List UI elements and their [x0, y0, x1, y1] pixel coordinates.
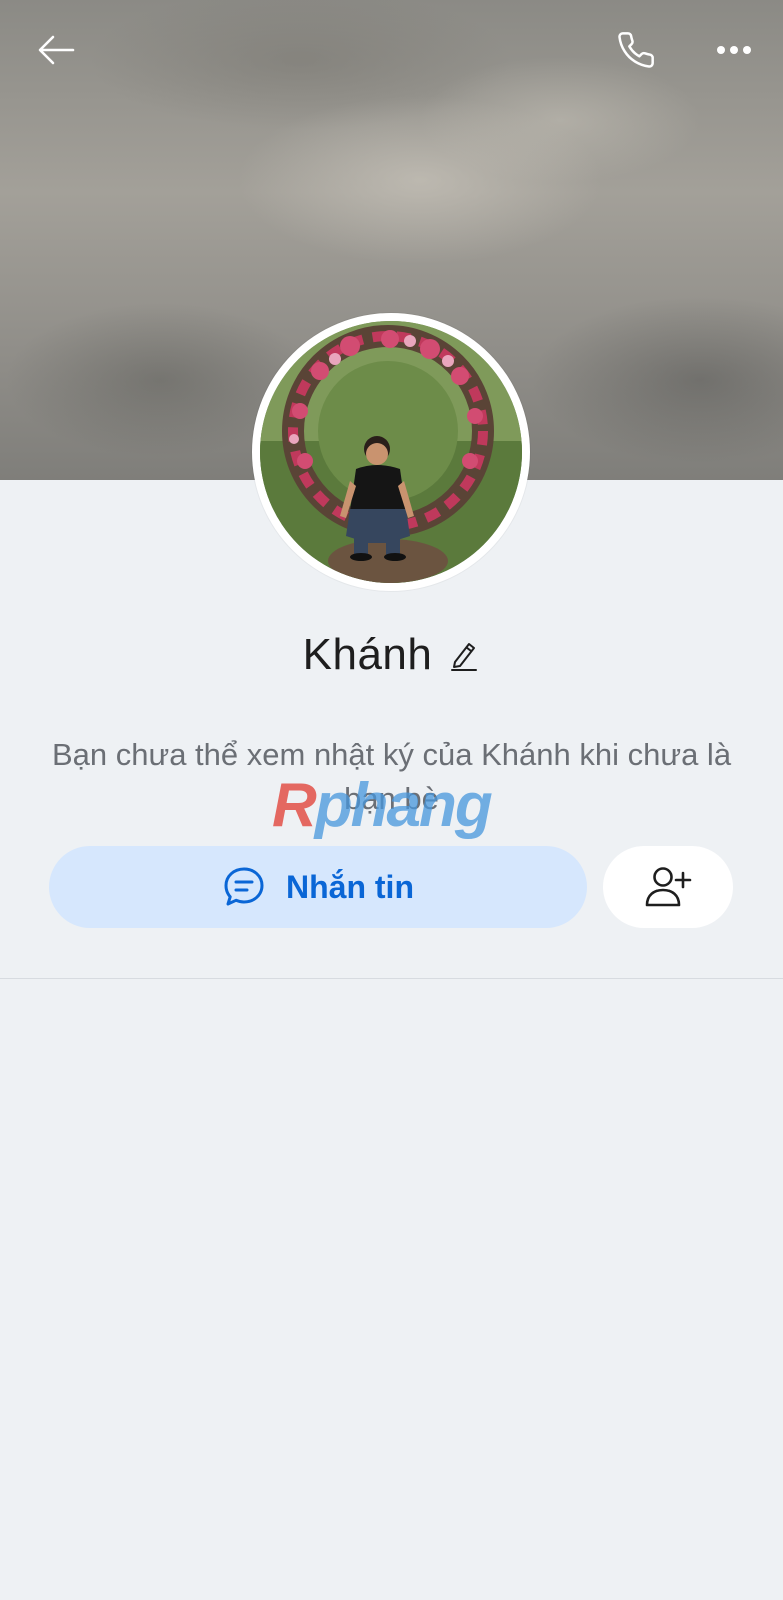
name-row: Khánh: [0, 630, 783, 680]
phone-icon: [618, 32, 654, 68]
more-horizontal-icon: [717, 46, 751, 54]
add-user-icon: [645, 867, 692, 907]
pencil-icon[interactable]: [448, 637, 480, 673]
message-button-label: Nhắn tin: [286, 868, 414, 905]
call-button[interactable]: [614, 28, 658, 72]
profile-name: Khánh: [302, 630, 433, 679]
avatar[interactable]: [260, 321, 522, 583]
arrow-left-icon: [38, 35, 75, 65]
more-options-button[interactable]: [712, 28, 756, 72]
add-friend-button[interactable]: [603, 846, 733, 928]
diary-privacy-notice: Bạn chưa thể xem nhật ký của Khánh khi c…: [51, 737, 732, 816]
message-button[interactable]: Nhắn tin: [49, 846, 587, 928]
section-divider: [0, 978, 783, 979]
back-button[interactable]: [34, 28, 78, 72]
avatar-frame: [252, 313, 530, 591]
avatar-photo: [260, 321, 522, 583]
chat-bubble-icon: [224, 867, 264, 906]
